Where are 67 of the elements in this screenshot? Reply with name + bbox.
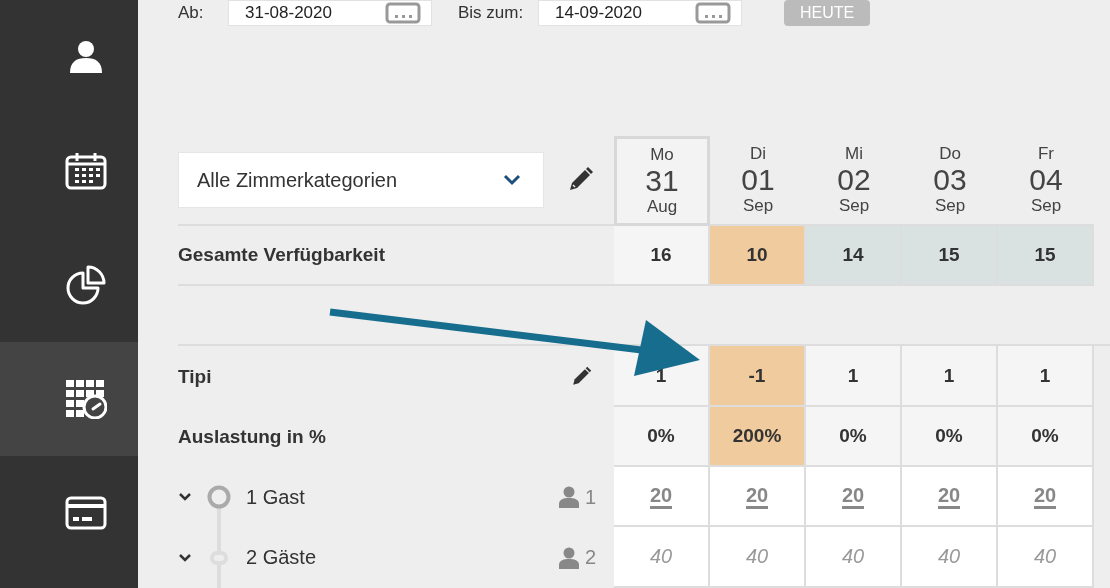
table-cell: 15 (902, 226, 998, 286)
month: Sep (934, 196, 966, 216)
table-cell: 1 (806, 346, 902, 407)
table-cell: 0% (902, 407, 998, 467)
chevron-down-icon[interactable] (178, 492, 192, 502)
rate-link[interactable]: 20 (1033, 483, 1057, 509)
weekday: Do (939, 144, 961, 164)
pencil-icon[interactable] (570, 365, 592, 388)
table-cell: 1 (902, 346, 998, 407)
grid-clock-icon (65, 379, 107, 419)
table-cell: 10 (710, 226, 806, 286)
calendar-icon (65, 152, 107, 190)
pie-chart-icon (66, 265, 106, 305)
guest-count: 1 (584, 485, 596, 509)
month: Aug (646, 197, 678, 217)
category-name: Tipi (178, 365, 212, 388)
table-cell: 1 (998, 346, 1094, 407)
user-icon (68, 40, 104, 74)
day-header[interactable]: Mo 31 Aug (614, 136, 710, 226)
row-label: Auslastung in % (178, 426, 326, 448)
day-number: 04 (1029, 164, 1063, 196)
month: Sep (838, 196, 870, 216)
table-cell: 16 (614, 226, 710, 286)
month: Sep (1030, 196, 1062, 216)
chevron-down-icon (503, 174, 521, 186)
credit-card-icon (65, 496, 107, 530)
weekday: Mo (650, 145, 674, 165)
from-label: Ab: (178, 3, 205, 23)
month: Sep (742, 196, 774, 216)
rate-label: 2 Gäste (246, 546, 318, 569)
day-number: 03 (933, 164, 967, 196)
ring-icon (207, 485, 231, 509)
table-cell: 15 (998, 226, 1094, 286)
to-date-field[interactable]: 14-09-2020 (538, 0, 742, 26)
from-date-field[interactable]: 31-08-2020 (228, 0, 432, 26)
day-number: 01 (741, 164, 775, 196)
person-icon (558, 486, 579, 508)
table-cell: 0% (806, 407, 902, 467)
rate-value: 40 (745, 545, 769, 568)
weekday: Di (749, 144, 767, 164)
chevron-down-icon[interactable] (178, 552, 192, 563)
guest-count: 2 (584, 546, 596, 569)
rate-value: 40 (649, 545, 673, 568)
rate-link[interactable]: 20 (937, 483, 961, 509)
rate-value: 40 (1033, 545, 1057, 568)
to-label: Bis zum: (458, 3, 525, 23)
table-cell: 0% (614, 407, 710, 467)
rate-value: 40 (937, 545, 961, 568)
weekday: Fr (1037, 144, 1054, 164)
weekday: Mi (845, 144, 863, 164)
table-cell: 14 (806, 226, 902, 286)
row-label: Gesamte Verfügbarkeit (178, 244, 385, 266)
day-number: 02 (837, 164, 871, 196)
rate-value: 40 (841, 545, 865, 568)
rate-link[interactable]: 20 (745, 483, 769, 509)
table-cell: 0% (998, 407, 1094, 467)
table-cell: -1 (710, 346, 806, 407)
rate-link[interactable]: 20 (841, 483, 865, 509)
day-number: 31 (645, 165, 679, 197)
rate-link[interactable]: 20 (649, 483, 673, 509)
nav-item[interactable] (0, 342, 138, 456)
category-dropdown[interactable]: Alle Zimmerkategorien (178, 152, 544, 208)
rate-label: 1 Gast (246, 485, 306, 509)
calendar-icon[interactable] (385, 2, 421, 24)
person-icon (558, 546, 579, 569)
table-cell: 200% (710, 407, 806, 467)
calendar-icon[interactable] (695, 2, 731, 24)
